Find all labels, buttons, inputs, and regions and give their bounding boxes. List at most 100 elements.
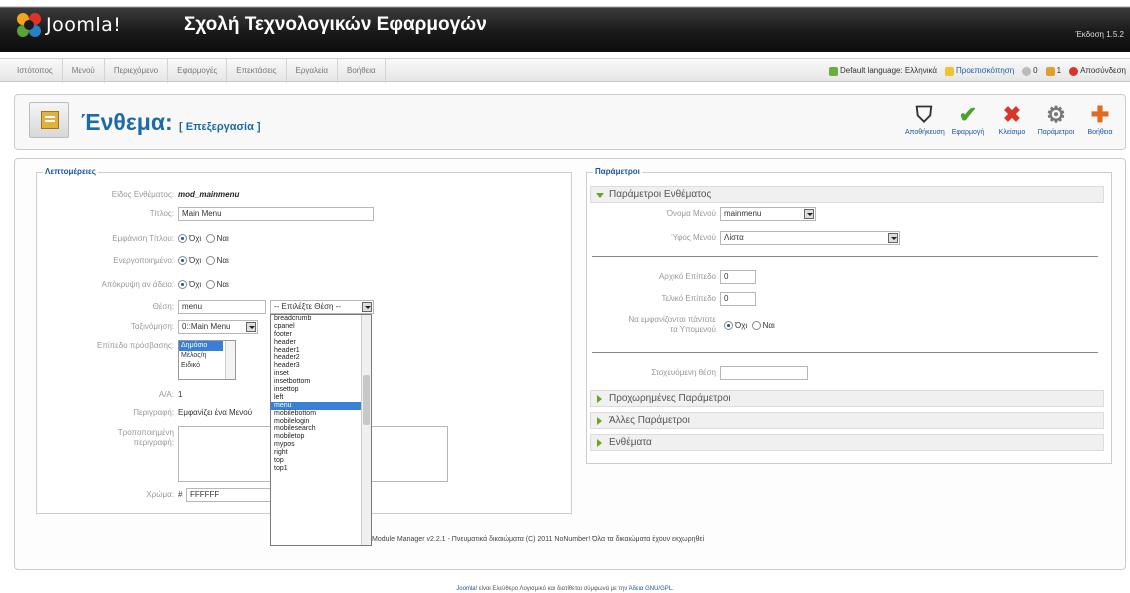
access-level-listbox[interactable]: Δημόσιο Μέλος/η Ειδικό xyxy=(178,340,236,380)
save-button[interactable]: ⛉ Αποθήκευση xyxy=(905,101,945,136)
license-link[interactable]: Άδεια GNU/GPL. xyxy=(629,586,674,592)
menu-name-select[interactable]: mainmenu xyxy=(720,207,816,221)
chevron-down-icon xyxy=(804,209,814,219)
details-legend: Λεπτομέρειες xyxy=(43,167,98,176)
advanced-params-panel-toggle[interactable]: Προχωρημένες Παράμετροι xyxy=(590,390,1104,407)
divider xyxy=(592,352,1098,353)
status-bar: Default language: Ελληνικά Προεπισκόπηση… xyxy=(828,59,1126,83)
position-option[interactable]: mobilebottom xyxy=(271,410,371,418)
preview-icon xyxy=(945,66,954,76)
module-manager-copyright: Module Manager v2.2.1 - Πνευματικά δικαι… xyxy=(372,536,705,543)
position-input[interactable]: menu xyxy=(178,300,266,314)
position-option[interactable]: top xyxy=(271,457,371,465)
id-value: 1 xyxy=(178,390,183,399)
main-menubar: Ιστότοπος Μενού Περιεχόμενο Εφαρμογές Επ… xyxy=(0,58,1130,83)
messages-count[interactable]: 0 xyxy=(1022,66,1038,76)
page-title: Ένθεμα: [ Επεξεργασία ] xyxy=(81,109,261,135)
target-position-input[interactable] xyxy=(720,366,808,380)
position-option[interactable]: inset xyxy=(271,370,371,378)
menu-item-help[interactable]: Βοήθεια xyxy=(338,59,386,83)
position-option[interactable]: top1 xyxy=(271,465,371,473)
menu-item-tools[interactable]: Εργαλεία xyxy=(287,59,339,83)
title-input[interactable]: Main Menu xyxy=(178,207,374,221)
type-value: mod_mainmenu xyxy=(178,190,240,199)
menu-item-components[interactable]: Εφαρμογές xyxy=(168,59,228,83)
position-option[interactable]: menu xyxy=(271,401,371,410)
save-icon: ⛉ xyxy=(915,102,933,127)
show-submenu-no-radio[interactable] xyxy=(724,321,733,331)
position-option[interactable]: cpanel xyxy=(271,323,371,331)
show-submenu-yes-radio[interactable] xyxy=(751,321,761,331)
logout-link[interactable]: Αποσύνδεση xyxy=(1069,66,1126,76)
parameters-button[interactable]: ⚙ Παράμετροι xyxy=(1037,101,1075,136)
menu-style-select[interactable]: Λίστα xyxy=(720,231,900,245)
parameters-icon: ⚙ xyxy=(1046,102,1066,127)
show-title-yes-radio[interactable] xyxy=(205,234,215,244)
access-option-public[interactable]: Δημόσιο xyxy=(179,341,223,351)
show-title-no-radio[interactable] xyxy=(178,234,187,244)
site-name[interactable]: Σχολή Τεχνολογικών Εφαρμογών xyxy=(184,14,487,36)
end-level-input[interactable]: 0 xyxy=(720,292,756,306)
position-option[interactable]: mobilesearch xyxy=(271,425,371,433)
position-option[interactable]: header1 xyxy=(271,347,371,355)
enabled-yes-radio[interactable] xyxy=(205,256,215,266)
position-option[interactable]: mypos xyxy=(271,441,371,449)
access-scrollbar[interactable] xyxy=(225,341,235,379)
enabled-no-radio[interactable] xyxy=(178,256,187,266)
parameters-legend: Παράμετροι xyxy=(593,167,642,176)
position-option[interactable]: mobilelogin xyxy=(271,418,371,426)
help-button[interactable]: ✚ Βοήθεια xyxy=(1081,101,1119,136)
position-dropdown-list[interactable]: breadcrumb cpanel footer header header1 heade… xyxy=(270,314,372,546)
description-value: Εμφανίζει ένα Μενού xyxy=(178,408,253,417)
logout-icon xyxy=(1069,66,1079,76)
module-params-panel-toggle[interactable]: Παράμετροι Ενθέματος xyxy=(590,186,1104,203)
position-option[interactable]: header2 xyxy=(271,354,371,362)
position-option[interactable]: header xyxy=(271,339,371,347)
version-label: Έκδοση 1.5.2 xyxy=(1075,30,1124,39)
users-icon xyxy=(1045,66,1055,76)
start-level-input[interactable]: 0 xyxy=(720,270,756,284)
close-button[interactable]: ✖ Κλείσιμο xyxy=(993,101,1031,136)
position-option[interactable]: breadcrumb xyxy=(271,315,371,323)
color-input[interactable]: FFFFFF xyxy=(186,488,278,502)
scrollbar-thumb[interactable] xyxy=(363,375,370,425)
position-select[interactable]: -- Επιλέξτε Θέση -- xyxy=(270,300,374,314)
order-select[interactable]: 0::Main Menu xyxy=(178,320,258,334)
color-hash: # xyxy=(178,490,183,499)
position-options: breadcrumb cpanel footer header header1 heade… xyxy=(271,315,371,473)
joomla-link[interactable]: Joomla! xyxy=(456,586,477,592)
menu-list: Ιστότοπος Μενού Περιεχόμενο Εφαρμογές Επ… xyxy=(8,59,386,83)
hide-empty-no-radio[interactable] xyxy=(178,280,187,290)
menu-item-site[interactable]: Ιστότοπος xyxy=(8,59,63,83)
page-footer: Joomla! είναι Ελεύθερο Λογισμικό και δια… xyxy=(0,586,1130,592)
position-option[interactable]: insettop xyxy=(271,386,371,394)
help-icon: ✚ xyxy=(1090,102,1110,127)
divider xyxy=(592,256,1098,257)
menu-item-content[interactable]: Περιεχόμενο xyxy=(105,59,169,83)
users-count[interactable]: 1 xyxy=(1045,66,1061,76)
position-option[interactable]: left xyxy=(271,394,371,402)
joomla-brand: Joomla! xyxy=(46,14,122,36)
menu-item-menus[interactable]: Μενού xyxy=(63,59,105,83)
other-params-panel-toggle[interactable]: Άλλες Παράμετροι xyxy=(590,412,1104,429)
module-page-icon xyxy=(29,102,69,138)
position-option[interactable]: insetbottom xyxy=(271,378,371,386)
position-option[interactable]: footer xyxy=(271,331,371,339)
joomla-logo-icon xyxy=(17,13,41,37)
language-flag-icon xyxy=(828,66,838,76)
hide-empty-yes-radio[interactable] xyxy=(205,280,215,290)
chevron-down-icon xyxy=(888,233,898,243)
position-option[interactable]: right xyxy=(271,449,371,457)
preview-link[interactable]: Προεπισκόπηση xyxy=(945,66,1014,76)
position-option[interactable]: header3 xyxy=(271,362,371,370)
apply-button[interactable]: ✔ Εφαρμογή xyxy=(949,101,987,136)
chevron-down-icon xyxy=(362,302,372,312)
menu-item-extensions[interactable]: Επεκτάσεις xyxy=(227,59,287,83)
language-status[interactable]: Default language: Ελληνικά xyxy=(828,66,937,76)
toolbar-buttons: ⛉ Αποθήκευση ✔ Εφαρμογή ✖ Κλείσιμο ⚙ Παράμετ… xyxy=(905,101,1119,136)
page-subtitle: [ Επεξεργασία ] xyxy=(179,121,261,133)
position-option[interactable]: mobiletop xyxy=(271,433,371,441)
apply-check-icon: ✔ xyxy=(958,102,978,127)
modules-panel-toggle[interactable]: Ενθέματα xyxy=(590,434,1104,451)
position-list-scrollbar[interactable] xyxy=(361,315,371,545)
